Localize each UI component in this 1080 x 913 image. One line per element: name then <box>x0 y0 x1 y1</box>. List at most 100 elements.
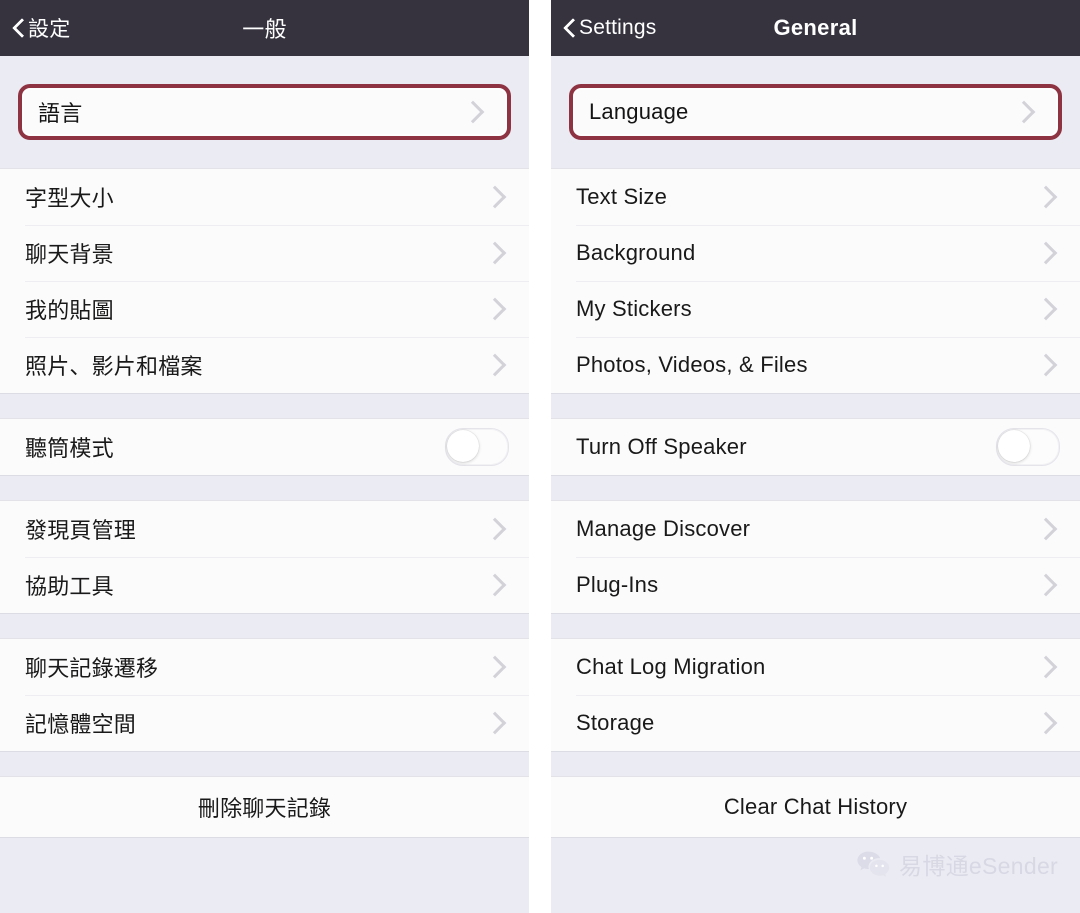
row-label: Chat Log Migration <box>576 654 766 679</box>
row-label: 聽筒模式 <box>25 436 114 461</box>
group-discover-left: 發現頁管理 協助工具 <box>0 500 529 614</box>
row-text-size-left[interactable]: 字型大小 <box>0 169 529 225</box>
group-speaker-left: 聽筒模式 <box>0 418 529 476</box>
row-label: 聊天背景 <box>25 242 114 267</box>
chevron-right-icon <box>1034 353 1058 377</box>
section-gap <box>551 614 1080 638</box>
chevron-right-icon <box>483 241 507 265</box>
row-my-stickers-left[interactable]: 我的貼圖 <box>0 281 529 337</box>
row-chat-log-migration-right[interactable]: Chat Log Migration <box>551 639 1080 695</box>
section-gap <box>0 476 529 500</box>
section-gap <box>551 146 1080 168</box>
dual-screenshot-comparison: 設定 一般 語言 字型大小 聊天背景 我的貼圖 照片、影片和檔案 聽筒模式 發現… <box>0 0 1080 913</box>
clear-chat-history-button-right[interactable]: Clear Chat History <box>551 776 1080 838</box>
row-turn-off-speaker-left[interactable]: 聽筒模式 <box>0 419 529 475</box>
row-language-left[interactable]: 語言 <box>22 88 507 136</box>
row-label: Photos, Videos, & Files <box>576 352 808 377</box>
back-button-left[interactable]: 設定 <box>0 13 70 43</box>
language-highlight-wrap-right: Language <box>551 78 1080 146</box>
navbar-left: 設定 一般 <box>0 0 529 56</box>
toggle-knob <box>998 430 1030 462</box>
chevron-right-icon <box>1034 185 1058 209</box>
row-manage-discover-right[interactable]: Manage Discover <box>551 501 1080 557</box>
chevron-right-icon <box>483 655 507 679</box>
chevron-right-icon <box>1012 100 1036 124</box>
group-display-right: Text Size Background My Stickers Photos,… <box>551 168 1080 394</box>
chevron-right-icon <box>1034 297 1058 321</box>
row-my-stickers-right[interactable]: My Stickers <box>551 281 1080 337</box>
row-label: 協助工具 <box>25 574 114 599</box>
section-gap <box>0 56 529 78</box>
chevron-right-icon <box>1034 517 1058 541</box>
panel-divider <box>529 0 551 913</box>
navbar-right: Settings General <box>551 0 1080 56</box>
row-turn-off-speaker-right[interactable]: Turn Off Speaker <box>551 419 1080 475</box>
watermark: 易博通eSender <box>856 847 1058 881</box>
row-chat-log-migration-left[interactable]: 聊天記錄遷移 <box>0 639 529 695</box>
group-storage-left: 聊天記錄遷移 記憶體空間 <box>0 638 529 752</box>
chevron-left-icon <box>12 18 24 38</box>
section-gap <box>0 394 529 418</box>
back-button-label: Settings <box>579 16 657 39</box>
page-title-left: 一般 <box>242 17 287 42</box>
row-photos-videos-files-left[interactable]: 照片、影片和檔案 <box>0 337 529 393</box>
wechat-bubbles-icon <box>856 850 890 878</box>
row-language-right[interactable]: Language <box>573 88 1058 136</box>
row-plug-ins-left[interactable]: 協助工具 <box>0 557 529 613</box>
watermark-text: 易博通eSender <box>899 853 1058 879</box>
back-button-right[interactable]: Settings <box>551 16 656 40</box>
row-label: 記憶體空間 <box>25 712 137 737</box>
row-label: 語言 <box>38 101 83 126</box>
language-highlight-box-right: Language <box>569 84 1062 140</box>
row-label: Plug-Ins <box>576 572 659 597</box>
row-storage-right[interactable]: Storage <box>551 695 1080 751</box>
chevron-right-icon <box>483 353 507 377</box>
section-gap <box>551 56 1080 78</box>
row-label: 照片、影片和檔案 <box>25 354 203 379</box>
row-label: 我的貼圖 <box>25 298 114 323</box>
chevron-right-icon <box>1034 573 1058 597</box>
row-label: Manage Discover <box>576 516 751 541</box>
chevron-right-icon <box>483 573 507 597</box>
chevron-right-icon <box>483 185 507 209</box>
row-plug-ins-right[interactable]: Plug-Ins <box>551 557 1080 613</box>
chevron-right-icon <box>483 517 507 541</box>
back-button-label: 設定 <box>28 18 71 41</box>
language-highlight-wrap-left: 語言 <box>0 78 529 146</box>
row-label: 發現頁管理 <box>25 518 137 543</box>
chevron-right-icon <box>483 711 507 735</box>
clear-chat-history-button-left[interactable]: 刪除聊天記錄 <box>0 776 529 838</box>
row-text-size-right[interactable]: Text Size <box>551 169 1080 225</box>
row-label: Language <box>589 99 689 124</box>
section-gap <box>551 752 1080 776</box>
section-gap <box>0 614 529 638</box>
section-gap <box>0 146 529 168</box>
row-background-right[interactable]: Background <box>551 225 1080 281</box>
group-storage-right: Chat Log Migration Storage <box>551 638 1080 752</box>
row-photos-videos-files-right[interactable]: Photos, Videos, & Files <box>551 337 1080 393</box>
chevron-right-icon <box>483 297 507 321</box>
section-gap <box>0 752 529 776</box>
row-label: Background <box>576 240 696 265</box>
language-highlight-box-left: 語言 <box>18 84 511 140</box>
panel-chinese: 設定 一般 語言 字型大小 聊天背景 我的貼圖 照片、影片和檔案 聽筒模式 發現… <box>0 0 529 913</box>
chevron-right-icon <box>1034 655 1058 679</box>
row-background-left[interactable]: 聊天背景 <box>0 225 529 281</box>
row-manage-discover-left[interactable]: 發現頁管理 <box>0 501 529 557</box>
section-gap <box>551 476 1080 500</box>
toggle-turn-off-speaker-right[interactable] <box>996 428 1060 466</box>
group-speaker-right: Turn Off Speaker <box>551 418 1080 476</box>
group-discover-right: Manage Discover Plug-Ins <box>551 500 1080 614</box>
chevron-right-icon <box>1034 241 1058 265</box>
chevron-right-icon <box>461 100 485 124</box>
toggle-turn-off-speaker-left[interactable] <box>445 428 509 466</box>
toggle-knob <box>447 430 479 462</box>
panel-english: Settings General Language Text Size Back… <box>551 0 1080 913</box>
row-storage-left[interactable]: 記憶體空間 <box>0 695 529 751</box>
row-label: 字型大小 <box>25 186 114 211</box>
row-label: 聊天記錄遷移 <box>25 656 159 681</box>
row-label: Storage <box>576 710 655 735</box>
chevron-left-icon <box>563 18 575 38</box>
group-display-left: 字型大小 聊天背景 我的貼圖 照片、影片和檔案 <box>0 168 529 394</box>
row-label: Text Size <box>576 184 668 209</box>
